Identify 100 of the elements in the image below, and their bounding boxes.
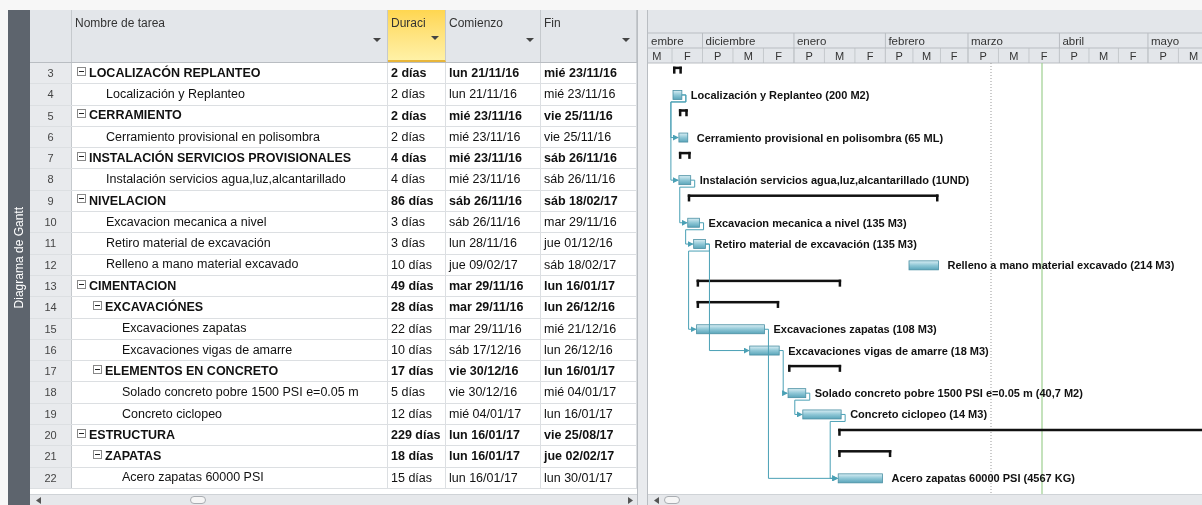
- month-label: febrero: [888, 35, 925, 47]
- table-cell: 10 días: [388, 339, 446, 361]
- table-cell: mié 23/11/16: [446, 169, 541, 190]
- collapse-icon[interactable]: [77, 194, 86, 204]
- task-name: Localización y Replanteo: [106, 86, 245, 104]
- table-cell: 3 días: [388, 233, 446, 254]
- column-header[interactable]: Comienzo: [446, 10, 541, 62]
- table-cell: sáb 26/11/16: [446, 190, 541, 212]
- task-name: Relleno a mano material excavado: [106, 256, 299, 274]
- row-number[interactable]: 10: [30, 212, 72, 233]
- collapse-icon[interactable]: [77, 279, 86, 289]
- row-number[interactable]: 18: [30, 382, 72, 403]
- row-number[interactable]: 14: [30, 297, 72, 318]
- period-label: M: [1189, 50, 1199, 62]
- row-number[interactable]: 5: [30, 105, 72, 126]
- summary-bar[interactable]: [678, 151, 691, 159]
- summary-bar[interactable]: [788, 364, 842, 372]
- table-cell: lun 16/01/17: [446, 467, 541, 488]
- row-number[interactable]: 22: [30, 467, 72, 488]
- period-label: P: [1070, 50, 1078, 62]
- summary-bar[interactable]: [838, 428, 1202, 436]
- scroll-thumb[interactable]: [190, 496, 206, 504]
- table-cell: 2 días: [388, 63, 446, 84]
- collapse-icon[interactable]: [77, 109, 86, 119]
- table-cell: lun 28/11/16: [446, 233, 541, 254]
- table-cell: mié 04/01/17: [446, 403, 541, 425]
- bar-label: Excavaciones vigas de amarre (18 M3): [788, 344, 989, 357]
- dropdown-icon[interactable]: [373, 38, 381, 42]
- view-label: Diagrama de Gantt: [11, 206, 27, 309]
- summary-bar[interactable]: [838, 450, 892, 458]
- task-name: Excavaciones vigas de amarre: [122, 341, 293, 359]
- collapse-icon[interactable]: [77, 151, 86, 161]
- table-cell: mié 23/11/16: [446, 105, 541, 126]
- collapse-icon[interactable]: [93, 300, 102, 310]
- row-number[interactable]: 9: [30, 190, 72, 212]
- table-cell: 12 días: [388, 403, 446, 425]
- row-number[interactable]: 13: [30, 275, 72, 297]
- table-cell: 2 días: [388, 126, 446, 148]
- summary-bar[interactable]: [696, 300, 780, 308]
- scroll-left-icon[interactable]: [654, 497, 659, 504]
- summary-bar[interactable]: [687, 194, 939, 202]
- period-label: F: [683, 50, 691, 62]
- table-cell: 28 días: [388, 297, 446, 318]
- bar-label: Instalación servicios agua,luz,alcantarillado (1UND): [699, 174, 970, 187]
- period-label: F: [950, 50, 958, 62]
- task-name: CIMENTACION: [89, 277, 177, 295]
- row-number[interactable]: 12: [30, 254, 72, 275]
- summary-bar[interactable]: [696, 279, 842, 287]
- table-cell: mar 29/11/16: [446, 318, 541, 339]
- collapse-icon[interactable]: [77, 428, 86, 438]
- row-number[interactable]: 6: [30, 126, 72, 148]
- dropdown-icon[interactable]: [622, 38, 630, 42]
- bar-label: Concreto ciclopeo (14 M3): [850, 408, 988, 421]
- dropdown-icon[interactable]: [526, 38, 534, 42]
- summary-bar[interactable]: [678, 109, 688, 117]
- period-label: M: [835, 50, 845, 62]
- row-number[interactable]: 16: [30, 339, 72, 361]
- scroll-left-icon[interactable]: [36, 497, 41, 504]
- period-label: F: [775, 50, 783, 62]
- table-cell: mar 29/11/16: [446, 275, 541, 297]
- task-bar[interactable]: [678, 175, 692, 186]
- row-number[interactable]: 17: [30, 361, 72, 382]
- row-number[interactable]: 8: [30, 169, 72, 190]
- row-number[interactable]: 7: [30, 148, 72, 169]
- task-name: Cerramiento provisional en polisombra: [106, 128, 320, 146]
- bar-label: Cerramiento provisional en polisombra (65 ML): [696, 131, 944, 144]
- task-name: Retiro material de excavación: [106, 235, 271, 253]
- summary-bar[interactable]: [673, 66, 682, 74]
- collapse-icon[interactable]: [93, 364, 102, 374]
- task-name: Instalación servicios agua,luz,alcantarillado: [106, 171, 346, 189]
- dropdown-icon[interactable]: [431, 36, 439, 40]
- row-number[interactable]: 21: [30, 446, 72, 467]
- row-number[interactable]: 11: [30, 233, 72, 254]
- scrollbar[interactable]: [30, 494, 637, 505]
- task-bar[interactable]: [787, 388, 807, 399]
- row-number[interactable]: 3: [30, 63, 72, 84]
- scrollbar[interactable]: [648, 494, 1202, 505]
- collapse-icon[interactable]: [77, 66, 86, 76]
- row-number[interactable]: 15: [30, 318, 72, 339]
- collapse-icon[interactable]: [93, 450, 102, 459]
- row-number[interactable]: 19: [30, 403, 72, 425]
- row-number[interactable]: 20: [30, 425, 72, 446]
- table-cell: 229 días: [388, 425, 446, 446]
- period-label: M: [1099, 50, 1109, 62]
- month-label: enero: [796, 35, 827, 47]
- scroll-right-icon[interactable]: [628, 497, 633, 504]
- table-cell: mié 23/11/16: [446, 126, 541, 148]
- task-name: EXCAVACIÓNES: [105, 298, 204, 317]
- task-name: ZAPATAS: [105, 448, 162, 466]
- task-bar[interactable]: [687, 217, 700, 228]
- bar-label: Localización y Replanteo (200 M2): [690, 88, 870, 101]
- month-label: marzo: [971, 35, 1003, 47]
- bar-label: Relleno a mano material excavado (214 M3): [947, 259, 1175, 272]
- row-number[interactable]: 4: [30, 84, 72, 105]
- scroll-thumb[interactable]: [664, 496, 680, 504]
- bar-label: Solado concreto pobre 1500 PSI e=0.05 m (40,7 M2): [814, 387, 1083, 400]
- month-label: embre: [651, 35, 684, 47]
- bar-label: Retiro material de excavación (135 M3): [714, 238, 917, 251]
- bar-label: Acero zapatas 60000 PSI (4567 KG): [891, 472, 1075, 485]
- column-header[interactable]: Duraci: [388, 10, 446, 62]
